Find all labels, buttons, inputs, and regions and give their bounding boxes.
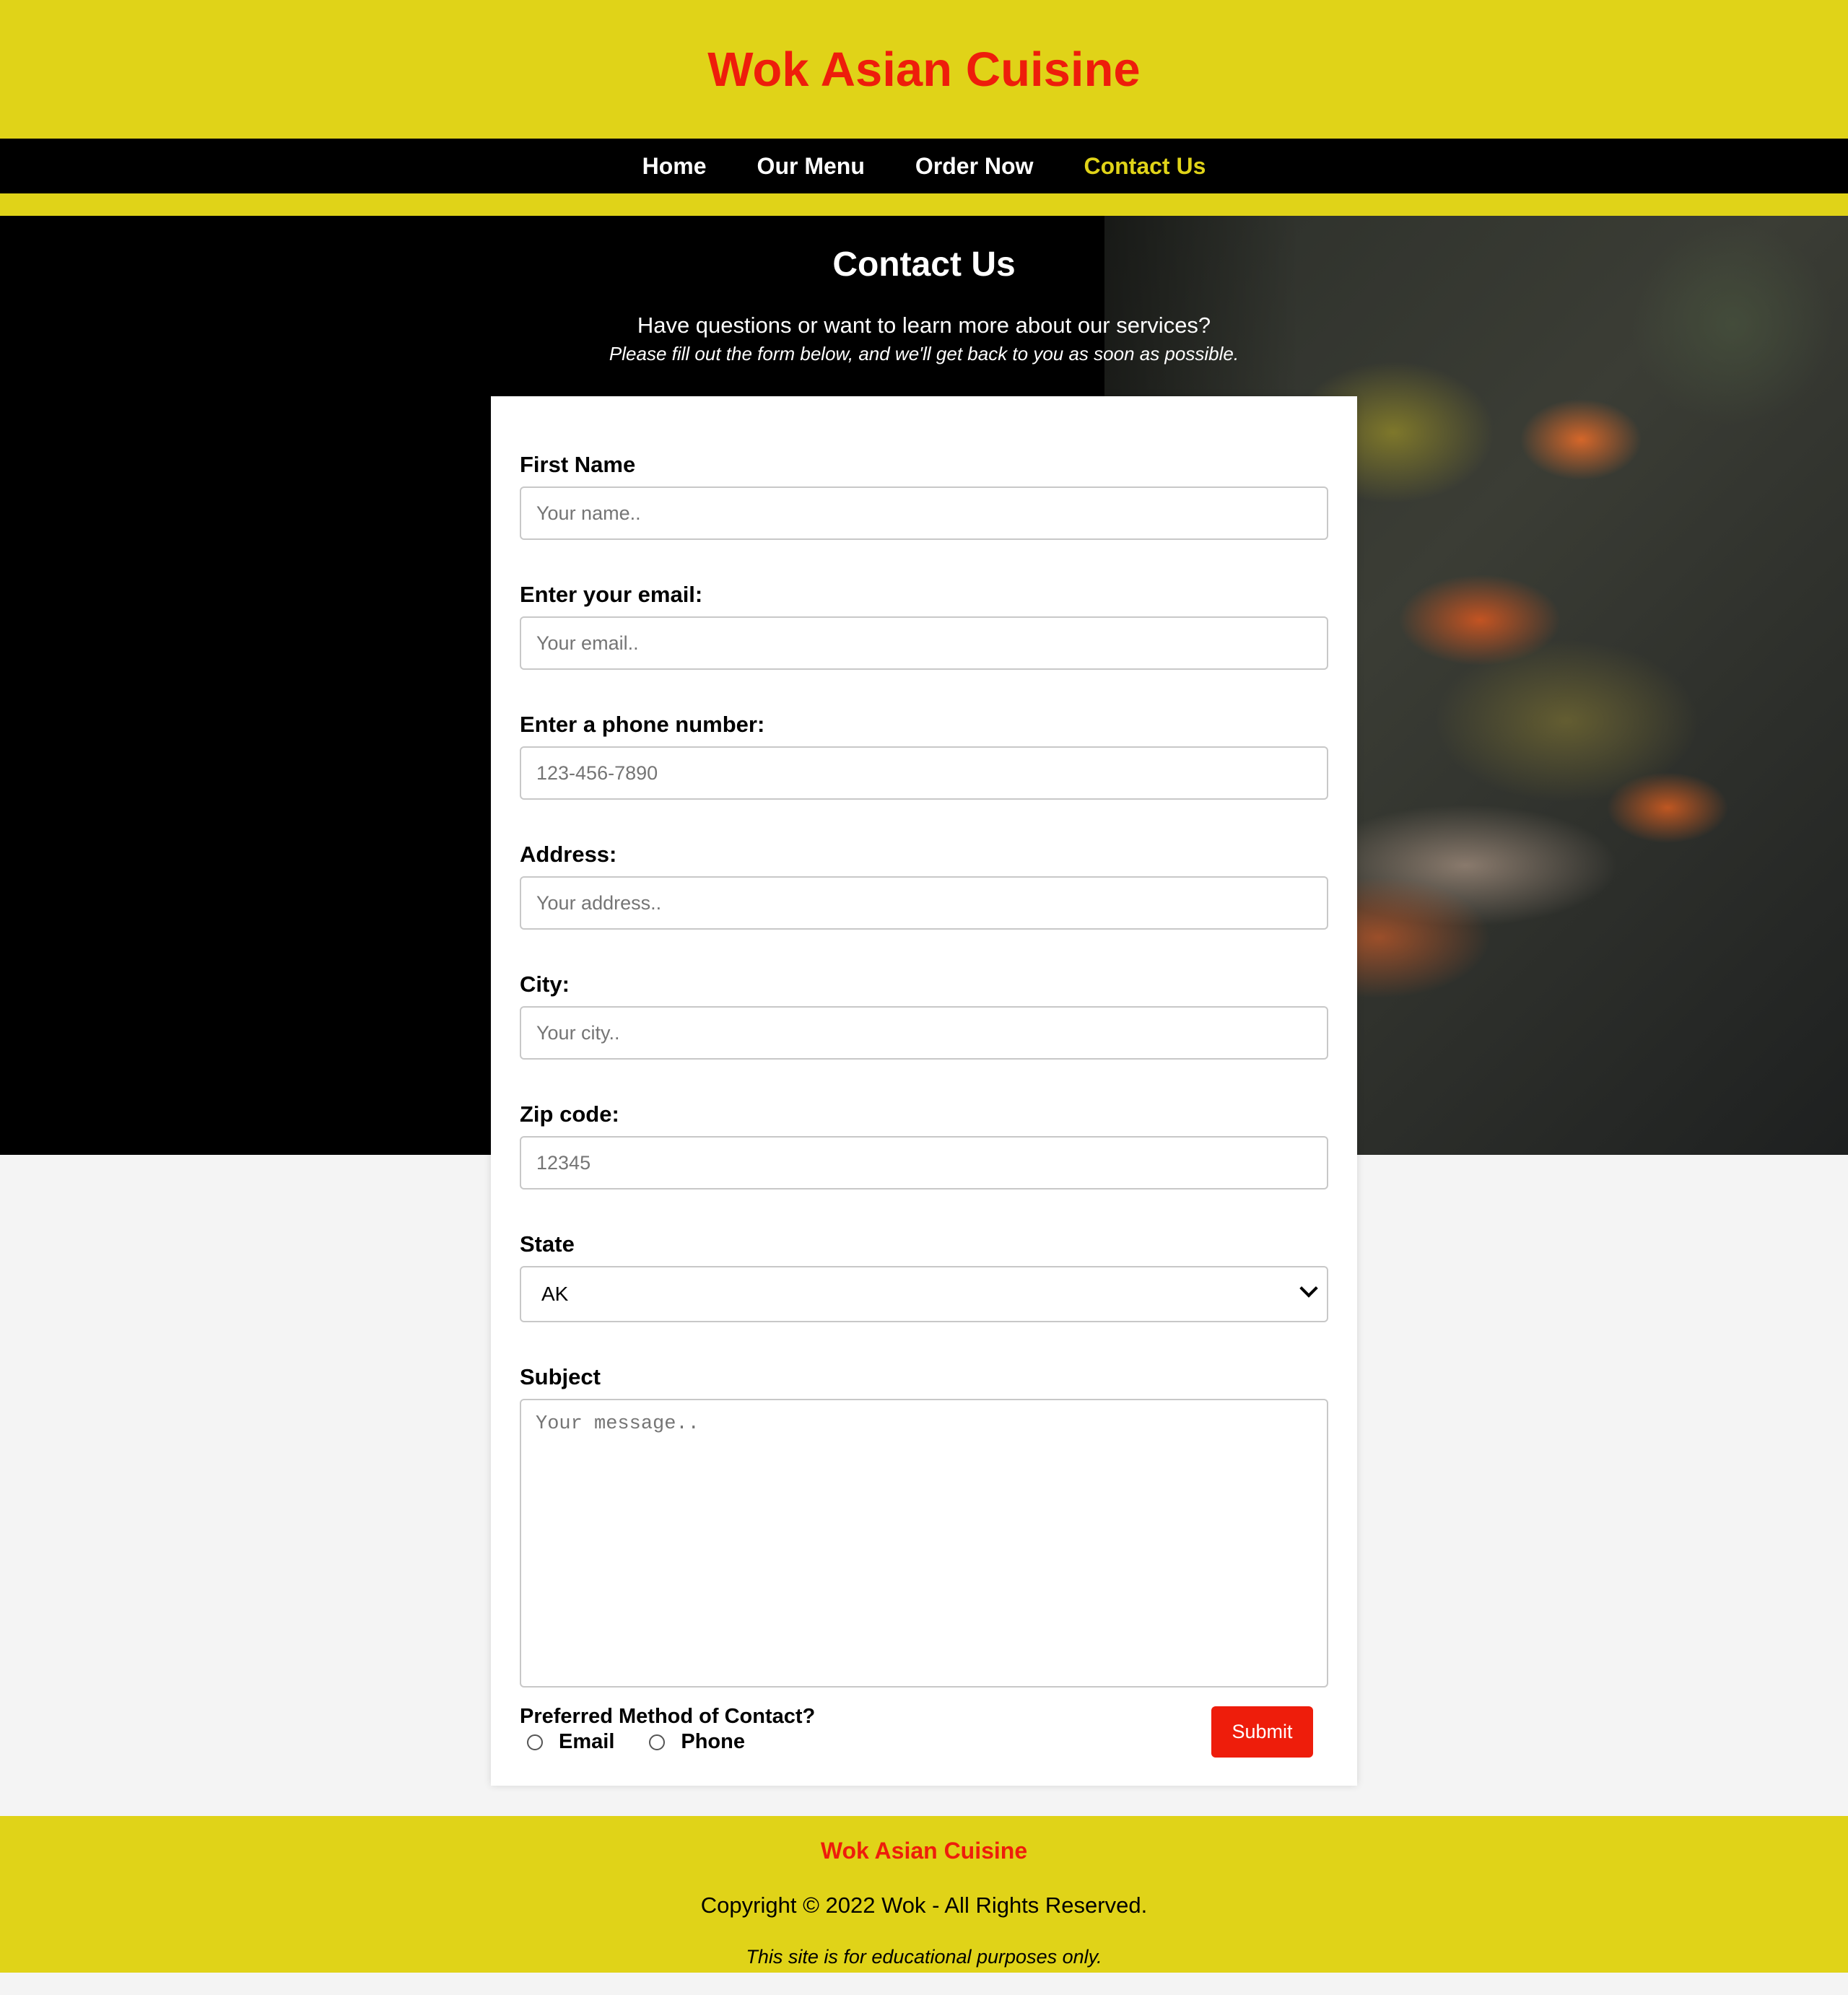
contact-method-question: Preferred Method of Contact? [520, 1705, 816, 1728]
city-label: City: [520, 972, 570, 997]
phone-radio[interactable] [649, 1734, 666, 1750]
phone-radio-label[interactable]: Phone [681, 1730, 745, 1754]
site-footer: Wok Asian Cuisine Copyright © 2022 Wok -… [0, 1816, 1848, 1973]
site-header: Wok Asian Cuisine [0, 0, 1848, 139]
hero-note: Please fill out the form below, and we'l… [609, 343, 1239, 364]
nav-home-link[interactable]: Home [642, 153, 707, 180]
footer-note: This site is for educational purposes on… [746, 1946, 1102, 1968]
nav-divider-strip [0, 193, 1848, 216]
phone-input[interactable]: 123-456-7890 [520, 746, 1328, 800]
site-title: Wok Asian Cuisine [707, 42, 1141, 97]
email-radio[interactable] [527, 1734, 543, 1750]
city-input[interactable]: Your city.. [520, 1006, 1328, 1060]
contact-form: First Name Your name.. Enter your email:… [491, 396, 1357, 1786]
state-selected-value: AK [541, 1283, 569, 1305]
email-radio-label[interactable]: Email [559, 1730, 614, 1754]
address-label: Address: [520, 842, 617, 867]
subject-textarea[interactable]: Your message.. [520, 1399, 1328, 1688]
subject-label: Subject [520, 1364, 601, 1389]
email-label: Enter your email: [520, 582, 703, 607]
phone-label: Enter a phone number: [520, 712, 765, 737]
zip-label: Zip code: [520, 1101, 619, 1127]
chevron-down-icon [1299, 1279, 1318, 1298]
contact-method-options: Email Phone [527, 1730, 780, 1754]
state-select[interactable]: AK [520, 1266, 1328, 1322]
email-input[interactable]: Your email.. [520, 616, 1328, 670]
nav-menu-link[interactable]: Our Menu [757, 153, 865, 180]
first-name-label: First Name [520, 452, 636, 477]
main-nav: Home Our Menu Order Now Contact Us [0, 139, 1848, 193]
footer-copyright: Copyright © 2022 Wok - All Rights Reserv… [700, 1893, 1148, 1918]
first-name-input[interactable]: Your name.. [520, 486, 1328, 540]
submit-button[interactable]: Submit [1211, 1706, 1313, 1758]
hero-subtitle: Have questions or want to learn more abo… [637, 313, 1211, 338]
nav-order-link[interactable]: Order Now [915, 153, 1034, 180]
zip-input[interactable]: 12345 [520, 1136, 1328, 1189]
page-title: Contact Us [832, 245, 1016, 284]
footer-title: Wok Asian Cuisine [820, 1838, 1028, 1864]
state-label: State [520, 1231, 575, 1257]
nav-contact-link[interactable]: Contact Us [1084, 153, 1206, 180]
address-input[interactable]: Your address.. [520, 876, 1328, 930]
